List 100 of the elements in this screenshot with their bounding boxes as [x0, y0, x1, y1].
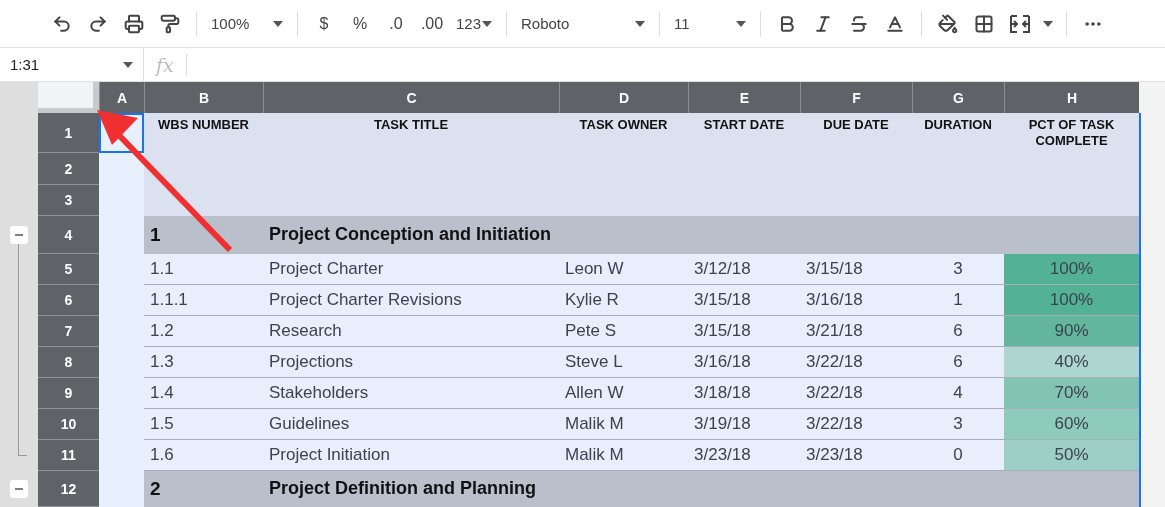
table-cell: 1.1 — [144, 254, 263, 285]
table-cell: Leon W — [559, 254, 688, 285]
font-dropdown[interactable]: Roboto — [515, 7, 651, 40]
column-title: TASK OWNER — [559, 113, 688, 153]
table-cell: 100% — [1004, 254, 1139, 285]
row-number[interactable]: 2 — [38, 153, 99, 185]
row-number[interactable]: 10 — [38, 409, 99, 440]
table-cell: Project Initiation — [263, 440, 559, 471]
caret-icon — [1043, 20, 1053, 27]
table-cell: 40% — [1004, 347, 1139, 378]
column-title: TASK TITLE — [263, 113, 559, 153]
row-number[interactable]: 5 — [38, 254, 99, 285]
table-cell: 3/12/18 — [688, 254, 800, 285]
collapse-button[interactable] — [10, 226, 28, 244]
column-header[interactable]: D — [559, 82, 688, 113]
table-cell: Project Definition and Planning — [263, 471, 1139, 507]
table-cell: 3/15/18 — [800, 254, 912, 285]
font-size-dropdown[interactable]: 11 — [668, 7, 752, 40]
table-cell: 4 — [912, 378, 1004, 409]
format-dropdown[interactable]: 123 — [450, 7, 498, 40]
name-box[interactable]: 1:31 — [0, 48, 144, 81]
table-cell: 3/22/18 — [800, 409, 912, 440]
table-cell: 3/23/18 — [688, 440, 800, 471]
formula-label: fx — [156, 53, 174, 76]
table-cell: 1.1.1 — [144, 285, 263, 316]
column-header[interactable]: G — [912, 82, 1004, 113]
table-cell: 3 — [912, 409, 1004, 440]
table-cell: 6 — [912, 316, 1004, 347]
table-cell: 6 — [912, 347, 1004, 378]
caret-icon — [482, 20, 492, 27]
table-cell: Project Conception and Initiation — [263, 216, 1139, 254]
table-cell: 1.6 — [144, 440, 263, 471]
row-number[interactable]: 9 — [38, 378, 99, 409]
table-cell: 1 — [912, 285, 1004, 316]
currency-button[interactable]: $ — [306, 7, 342, 40]
column-title: DURATION — [912, 113, 1004, 153]
table-cell: 1.5 — [144, 409, 263, 440]
caret-icon — [123, 61, 133, 68]
collapse-button[interactable] — [10, 480, 28, 498]
table-cell: 3 — [912, 254, 1004, 285]
row-number[interactable]: 4 — [38, 216, 99, 254]
decrease-decimal-button[interactable]: .0 — [378, 7, 414, 40]
table-cell: 3/16/18 — [800, 285, 912, 316]
table-cell: Stakeholders — [263, 378, 559, 409]
column-title: START DATE — [688, 113, 800, 153]
table-cell: 3/23/18 — [800, 440, 912, 471]
table-cell: Research — [263, 316, 559, 347]
column-header[interactable]: H — [1004, 82, 1139, 113]
table-cell: Guidelines — [263, 409, 559, 440]
zoom-dropdown[interactable]: 100% — [205, 7, 289, 40]
caret-icon — [273, 20, 283, 27]
row-number[interactable]: 6 — [38, 285, 99, 316]
table-cell: 2 — [144, 471, 263, 507]
table-cell: 3/22/18 — [800, 378, 912, 409]
table-cell: Allen W — [559, 378, 688, 409]
column-header[interactable]: F — [800, 82, 912, 113]
table-cell: 3/15/18 — [688, 285, 800, 316]
column-header[interactable]: A — [99, 82, 144, 113]
caret-icon — [736, 20, 746, 27]
table-cell: Project Charter — [263, 254, 559, 285]
table-cell: 3/16/18 — [688, 347, 800, 378]
row-number[interactable]: 12 — [38, 471, 99, 507]
table-cell: 50% — [1004, 440, 1139, 471]
table-cell: 3/19/18 — [688, 409, 800, 440]
row-number[interactable]: 1 — [38, 113, 99, 153]
table-cell: Malik M — [559, 440, 688, 471]
table-cell: Malik M — [559, 409, 688, 440]
table-cell: Project Charter Revisions — [263, 285, 559, 316]
table-cell: 1.4 — [144, 378, 263, 409]
column-header[interactable]: E — [688, 82, 800, 113]
table-cell — [99, 153, 144, 185]
column-header[interactable]: C — [263, 82, 559, 113]
table-cell: 1.2 — [144, 316, 263, 347]
table-cell: 3/15/18 — [688, 316, 800, 347]
percent-button[interactable]: % — [342, 7, 378, 40]
column-title: WBS NUMBER — [144, 113, 263, 153]
caret-icon — [635, 20, 645, 27]
table-cell: 3/21/18 — [800, 316, 912, 347]
table-cell: Projections — [263, 347, 559, 378]
cell-range: 1:31 — [10, 56, 40, 73]
table-cell: 100% — [1004, 285, 1139, 316]
table-cell: 1 — [144, 216, 263, 254]
row-number[interactable]: 7 — [38, 316, 99, 347]
column-title: DUE DATE — [800, 113, 912, 153]
row-number[interactable]: 11 — [38, 440, 99, 471]
row-number[interactable]: 3 — [38, 185, 99, 216]
column-header[interactable]: B — [144, 82, 263, 113]
table-cell: 3/22/18 — [800, 347, 912, 378]
table-cell: Steve L — [559, 347, 688, 378]
increase-decimal-button[interactable]: .00 — [414, 7, 450, 40]
table-cell: 60% — [1004, 409, 1139, 440]
table-cell: 3/18/18 — [688, 378, 800, 409]
row-number[interactable]: 8 — [38, 347, 99, 378]
table-cell: 70% — [1004, 378, 1139, 409]
table-cell: 1.3 — [144, 347, 263, 378]
table-cell: Pete S — [559, 316, 688, 347]
table-cell — [99, 471, 144, 507]
table-cell: 90% — [1004, 316, 1139, 347]
column-title: PCT OF TASK COMPLETE — [1004, 113, 1139, 153]
table-cell: Kylie R — [559, 285, 688, 316]
